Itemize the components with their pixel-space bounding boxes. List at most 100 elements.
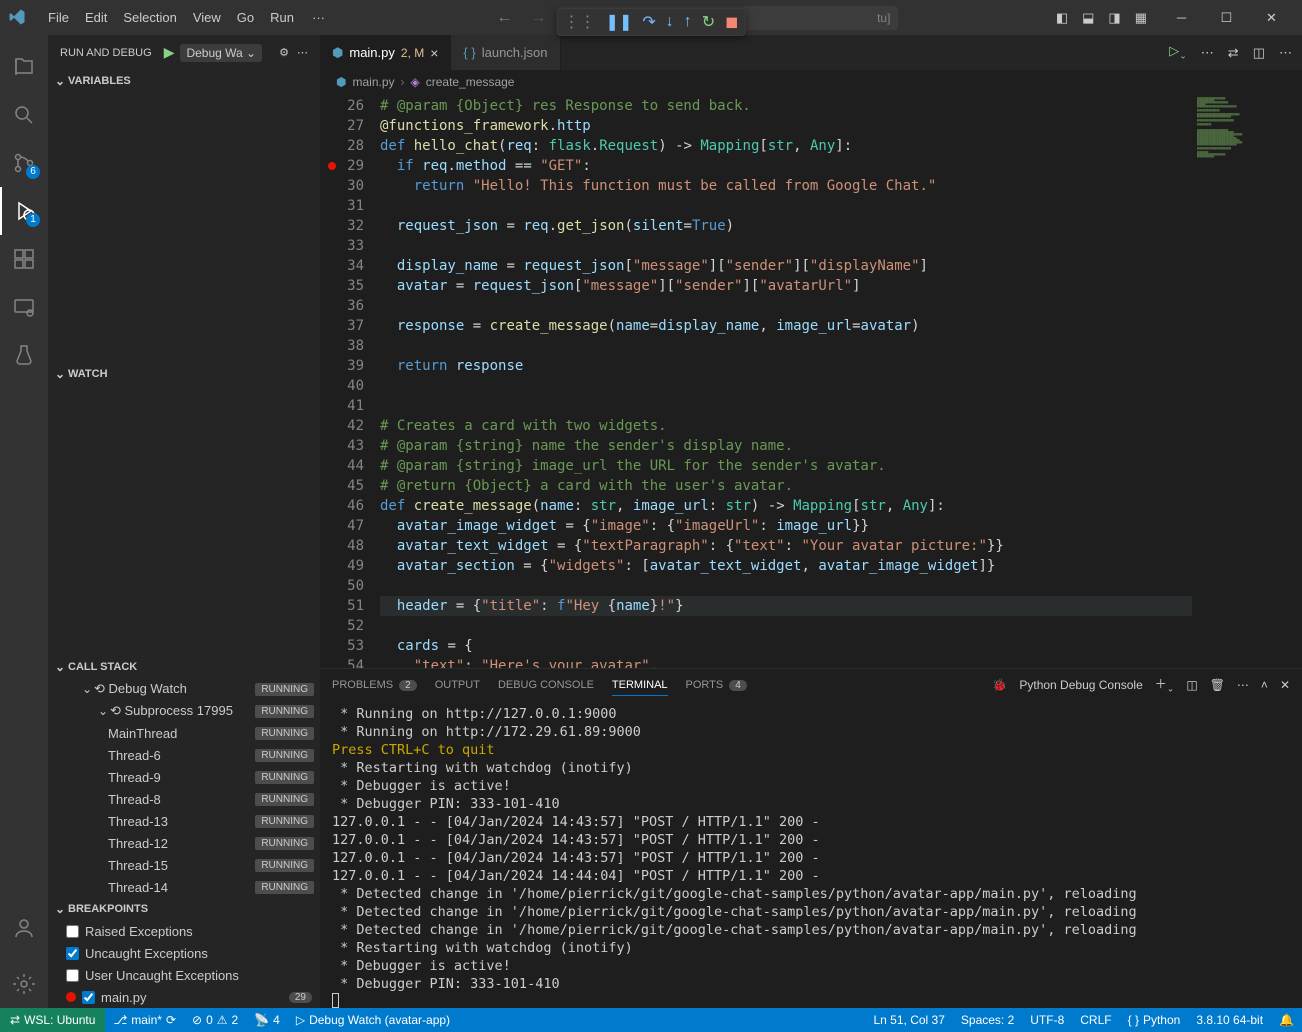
- status-language[interactable]: { }Python: [1120, 1013, 1189, 1027]
- tab-debug-console[interactable]: DEBUG CONSOLE: [498, 675, 594, 695]
- thread-row[interactable]: Thread-12RUNNING: [48, 832, 320, 854]
- window-close-icon[interactable]: ✕: [1249, 0, 1294, 35]
- window-maximize-icon[interactable]: ☐: [1204, 0, 1249, 35]
- breadcrumb[interactable]: ⬢ main.py › ◈ create_message: [320, 70, 1302, 94]
- activity-extensions[interactable]: [0, 235, 48, 283]
- step-into-icon[interactable]: ↓: [666, 13, 674, 31]
- activity-account[interactable]: [0, 904, 48, 952]
- tab-ports[interactable]: PORTS4: [686, 675, 747, 695]
- new-terminal-icon[interactable]: ＋⌄: [1155, 675, 1175, 694]
- activity-run-debug[interactable]: 1: [0, 187, 48, 235]
- menu-selection[interactable]: Selection: [115, 6, 184, 29]
- status-debug[interactable]: ▷Debug Watch (avatar-app): [288, 1008, 458, 1032]
- activity-source-control[interactable]: 6: [0, 139, 48, 187]
- terminal-select[interactable]: Python Debug Console: [1019, 678, 1142, 692]
- nav-back-icon[interactable]: ←: [490, 9, 518, 27]
- status-branch[interactable]: ⎇main*⟳: [105, 1008, 184, 1032]
- sync-icon[interactable]: ⟳: [166, 1013, 176, 1027]
- tab-output[interactable]: OUTPUT: [435, 675, 480, 695]
- gear-icon[interactable]: ⚙: [279, 46, 289, 59]
- thread-row[interactable]: Thread-14RUNNING: [48, 876, 320, 898]
- watch-label: WATCH: [68, 368, 108, 380]
- split-editor-icon[interactable]: ◫: [1253, 45, 1265, 61]
- step-out-icon[interactable]: ↑: [684, 13, 692, 31]
- breadcrumb-symbol[interactable]: create_message: [426, 75, 515, 89]
- activity-search[interactable]: [0, 91, 48, 139]
- status-cursor-pos[interactable]: Ln 51, Col 37: [866, 1013, 953, 1027]
- step-over-icon[interactable]: ↷: [642, 12, 655, 32]
- thread-row[interactable]: Thread-9RUNNING: [48, 766, 320, 788]
- panel-more-icon[interactable]: ⋯: [1237, 678, 1249, 692]
- line-gutter[interactable]: 2627282930313233343536373839404142434445…: [320, 94, 380, 668]
- status-notifications-icon[interactable]: 🔔: [1271, 1013, 1302, 1027]
- more-actions-icon[interactable]: ⋯: [1279, 45, 1292, 61]
- thread-row[interactable]: MainThreadRUNNING: [48, 722, 320, 744]
- status-interpreter[interactable]: 3.8.10 64-bit: [1188, 1013, 1271, 1027]
- minimap[interactable]: ████████████████████████████████████████…: [1192, 94, 1302, 668]
- editor-tab[interactable]: ⬢main.py 2, M×: [320, 35, 451, 70]
- section-watch[interactable]: ⌄WATCH: [48, 363, 320, 385]
- status-ports[interactable]: 📡4: [246, 1008, 288, 1032]
- breakpoint-file[interactable]: main.py29: [48, 986, 320, 1008]
- pause-icon[interactable]: ❚❚: [606, 12, 633, 32]
- layout-customize-icon[interactable]: ▦: [1135, 10, 1147, 26]
- tab-problems[interactable]: PROBLEMS2: [332, 675, 417, 695]
- status-problems[interactable]: ⊘0⚠2: [184, 1008, 246, 1032]
- menu-view[interactable]: View: [185, 6, 229, 29]
- grip-icon[interactable]: ⋮⋮: [564, 12, 596, 32]
- thread-row[interactable]: Thread-15RUNNING: [48, 854, 320, 876]
- section-breakpoints[interactable]: ⌄BREAKPOINTS: [48, 898, 320, 920]
- kill-terminal-icon[interactable]: 🗑: [1210, 678, 1225, 692]
- panel-close-icon[interactable]: ✕: [1280, 678, 1290, 692]
- thread-row[interactable]: Thread-6RUNNING: [48, 744, 320, 766]
- breakpoint-toggle[interactable]: Uncaught Exceptions: [48, 942, 320, 964]
- activity-remote[interactable]: [0, 283, 48, 331]
- layout-panel-right-icon[interactable]: ◨: [1108, 10, 1120, 26]
- tab-terminal[interactable]: TERMINAL: [612, 675, 668, 696]
- layout-panel-left-icon[interactable]: ◧: [1056, 10, 1068, 26]
- callstack-subprocess[interactable]: ⌄⟲ Subprocess 17995 RUNNING: [48, 700, 320, 722]
- code-editor[interactable]: # @param {Object} res Response to send b…: [380, 94, 1192, 668]
- section-callstack[interactable]: ⌄CALL STACK: [48, 656, 320, 678]
- run-again-icon[interactable]: ▷⌄: [1169, 43, 1187, 62]
- restart-icon[interactable]: ↻: [702, 12, 715, 32]
- tab-overflow-icon[interactable]: ⋯: [1201, 45, 1214, 61]
- callstack-root[interactable]: ⌄⟲ Debug Watch RUNNING: [48, 678, 320, 700]
- section-variables[interactable]: ⌄VARIABLES: [48, 70, 320, 92]
- thread-row[interactable]: Thread-13RUNNING: [48, 810, 320, 832]
- more-icon[interactable]: ⋯: [297, 46, 308, 59]
- activity-explorer[interactable]: [0, 43, 48, 91]
- breakpoint-toggle[interactable]: Raised Exceptions: [48, 920, 320, 942]
- panel-maximize-icon[interactable]: ˄: [1261, 678, 1268, 692]
- layout-panel-bottom-icon[interactable]: ⬓: [1082, 10, 1094, 26]
- breadcrumb-file[interactable]: main.py: [352, 75, 394, 89]
- status-spaces[interactable]: Spaces: 2: [953, 1013, 1022, 1027]
- status-eol[interactable]: CRLF: [1072, 1013, 1119, 1027]
- menu-go[interactable]: Go: [229, 6, 262, 29]
- debug-toolbar[interactable]: ⋮⋮ ❚❚ ↷ ↓ ↑ ↻ ◼: [557, 8, 746, 36]
- play-icon[interactable]: ▶: [164, 44, 175, 61]
- split-terminal-icon[interactable]: ◫: [1186, 678, 1197, 692]
- close-tab-icon[interactable]: ×: [430, 45, 438, 61]
- checkbox[interactable]: [66, 947, 79, 960]
- status-remote[interactable]: ⇄WSL: Ubuntu: [0, 1008, 105, 1032]
- status-encoding[interactable]: UTF-8: [1022, 1013, 1072, 1027]
- terminal-output[interactable]: * Running on http://127.0.0.1:9000 * Run…: [320, 701, 1302, 1008]
- checkbox[interactable]: [66, 969, 79, 982]
- diff-icon[interactable]: ⇄: [1228, 45, 1239, 61]
- nav-forward-icon[interactable]: →: [524, 9, 552, 27]
- menu-run[interactable]: Run: [262, 6, 302, 29]
- menu-overflow[interactable]: ···: [304, 6, 333, 29]
- editor-tab[interactable]: { }launch.json: [451, 35, 560, 70]
- menu-file[interactable]: File: [40, 6, 77, 29]
- debug-config-select[interactable]: ▶ Debug Wa ⌄: [160, 42, 266, 64]
- thread-row[interactable]: Thread-8RUNNING: [48, 788, 320, 810]
- stop-icon[interactable]: ◼: [725, 12, 738, 32]
- breakpoint-toggle[interactable]: User Uncaught Exceptions: [48, 964, 320, 986]
- window-minimize-icon[interactable]: ─: [1159, 0, 1204, 35]
- checkbox[interactable]: [82, 991, 95, 1004]
- menu-edit[interactable]: Edit: [77, 6, 115, 29]
- activity-testing[interactable]: [0, 331, 48, 379]
- activity-settings[interactable]: [0, 960, 48, 1008]
- checkbox[interactable]: [66, 925, 79, 938]
